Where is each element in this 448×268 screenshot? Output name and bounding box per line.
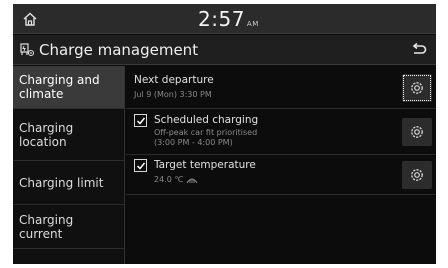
menu-item-label-line1: Charging and [19,73,100,87]
infotainment-display: 2:57 AM Charge management Charging and c… [13,4,436,264]
gear-icon [411,169,423,181]
scheduled-charging-detail-line2: (3:00 PM - 4:00 PM) [154,138,233,147]
gear-icon [411,126,423,138]
menu-item-label: Charging current [19,213,73,241]
target-temperature-checkbox[interactable] [134,159,147,172]
menu-item-label: Charging limit [19,175,104,190]
back-icon [412,43,427,54]
clock: 2:57 AM [198,7,259,31]
status-bar: 2:57 AM [13,4,436,34]
checkmark-icon [136,162,145,170]
next-departure-row[interactable]: Next departure Jul 9 (Mon) 3:30 PM [126,66,436,109]
menu-item-label: Charging and climate [19,73,100,101]
side-menu: Charging and climate Charging location C… [13,66,125,264]
scheduled-charging-row[interactable]: Scheduled charging Off-peak car fit prio… [126,109,436,155]
menu-item-charging-and-climate[interactable]: Charging and climate [13,66,124,109]
next-departure-detail: Jul 9 (Mon) 3:30 PM [134,90,212,99]
title-bar: Charge management [13,35,436,65]
menu-item-charging-location[interactable]: Charging location [13,109,124,161]
menu-item-label-line2: location [19,134,67,149]
scheduled-charging-title: Scheduled charging [154,114,259,126]
target-temperature-row[interactable]: Target temperature 24.0 ℃ [126,155,436,195]
home-button[interactable] [13,4,47,34]
next-departure-settings-button[interactable] [402,74,432,102]
menu-item-label-line2: current [19,226,63,241]
charging-and-climate-panel: Next departure Jul 9 (Mon) 3:30 PM Sched… [126,66,436,264]
page-title: Charge management [39,41,199,59]
scheduled-charging-settings-button[interactable] [402,118,432,146]
target-temperature-value: 24.0 ℃ [154,175,184,184]
menu-item-label-line1: Charging [19,120,74,135]
clock-ampm: AM [246,20,259,28]
home-icon [23,12,37,26]
scheduled-charging-detail-line1: Off-peak car fit prioritised [154,128,258,137]
menu-item-label-line1: Charging [19,212,74,227]
target-temperature-detail: 24.0 ℃ [154,175,198,185]
gear-icon [411,82,423,94]
menu-item-charging-limit[interactable]: Charging limit [13,161,124,205]
screen-frame: 2:57 AM Charge management Charging and c… [0,0,448,268]
scheduled-charging-checkbox[interactable] [134,114,147,127]
target-temperature-settings-button[interactable] [402,161,432,189]
defrost-icon [186,178,198,183]
charge-management-icon [20,43,35,57]
menu-item-charging-current[interactable]: Charging current [13,205,124,249]
checkmark-icon [136,117,145,125]
clock-time: 2:57 [198,7,245,31]
back-button[interactable] [402,35,436,65]
next-departure-title: Next departure [134,74,214,86]
menu-item-label: Charging location [19,121,73,149]
target-temperature-title: Target temperature [154,159,256,171]
menu-item-label-line2: climate [19,87,64,101]
